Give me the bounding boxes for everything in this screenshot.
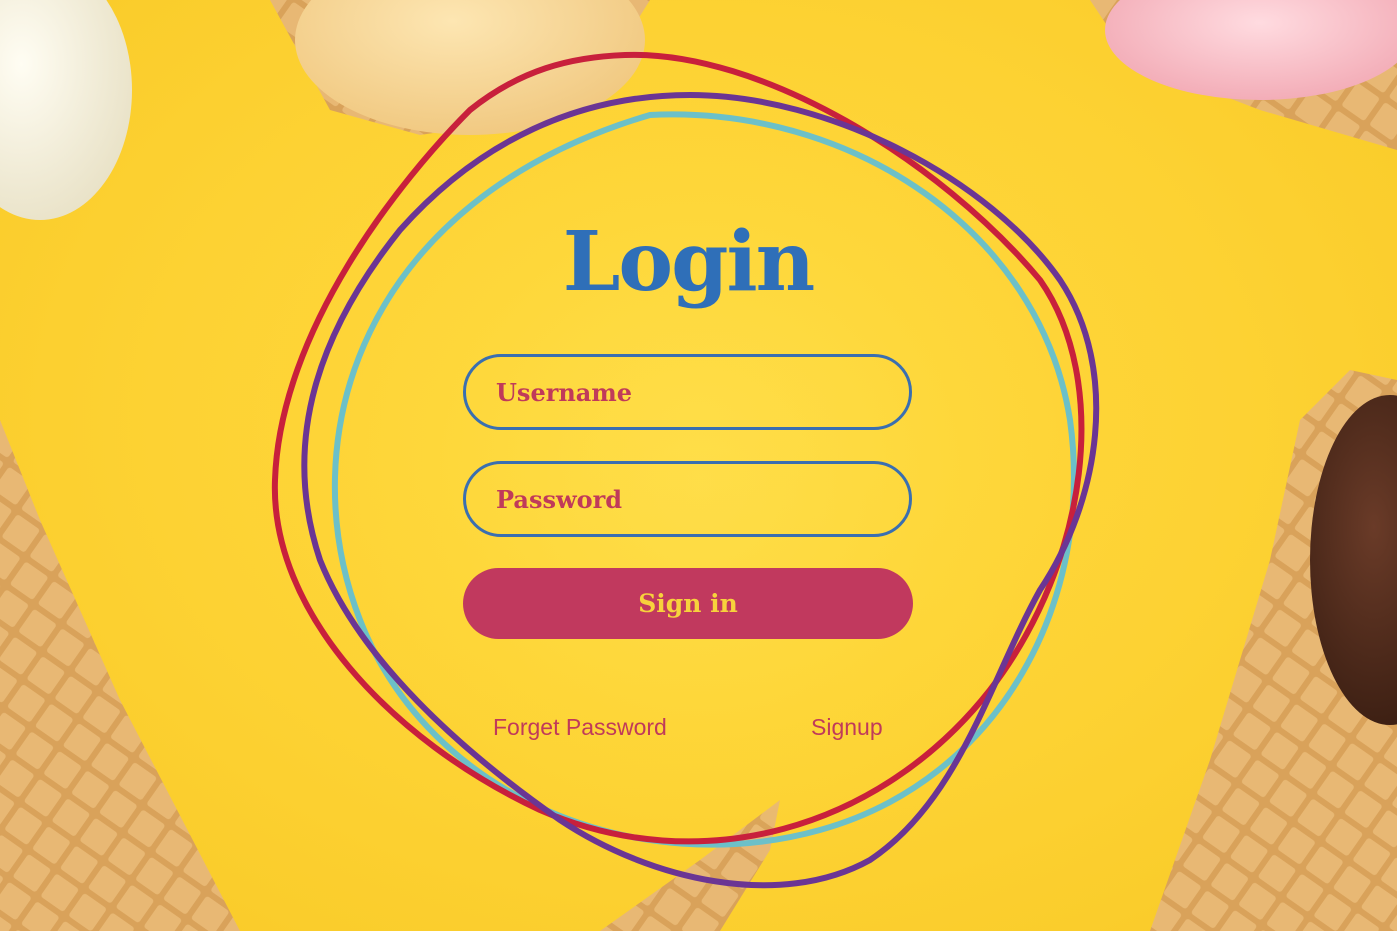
login-page: Login Sign in Forget Password Signup	[0, 0, 1397, 931]
red-ring	[271, 51, 1085, 845]
forget-password-link[interactable]: Forget Password	[493, 714, 667, 741]
sign-in-button[interactable]: Sign in	[463, 568, 913, 639]
username-input[interactable]	[463, 354, 912, 430]
signup-link[interactable]: Signup	[811, 714, 883, 741]
password-input[interactable]	[463, 461, 912, 537]
page-title: Login	[562, 214, 815, 310]
